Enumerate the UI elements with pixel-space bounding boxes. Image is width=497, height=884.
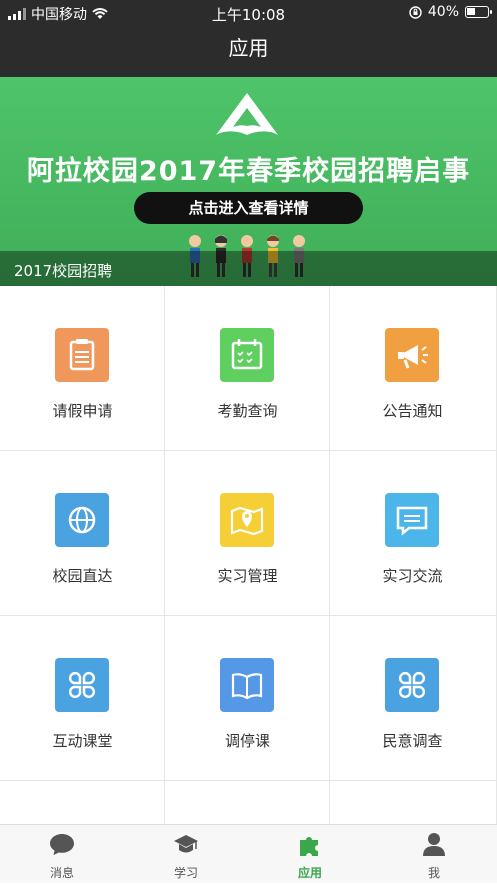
app-label: 民意调查: [382, 732, 443, 750]
app-public-survey[interactable]: 民意调查: [330, 616, 497, 781]
globe-icon: [55, 493, 109, 547]
app-interactive-class[interactable]: 互动课堂: [0, 616, 165, 781]
status-bar: 中国移动 上午10:08 40%: [0, 0, 497, 26]
app-label: 校园直达: [52, 567, 113, 585]
tab-label: 消息: [49, 866, 74, 880]
book-icon: [220, 658, 274, 712]
app-grid: 请假申请 考勤查询 公告通知 校园直达 实习管理 实习交流 互动课堂 调停课 民…: [0, 286, 497, 824]
banner-caption: 2017校园招聘: [14, 262, 113, 280]
app-label: 考勤查询: [217, 402, 278, 420]
app-label: 互动课堂: [52, 732, 113, 750]
alashu-logo-icon: [216, 93, 278, 135]
grid-empty-cell: [0, 781, 165, 824]
rotation-lock-icon: [409, 5, 422, 19]
status-right: 40%: [409, 4, 492, 20]
app-internship-management[interactable]: 实习管理: [165, 451, 330, 616]
app-campus-direct[interactable]: 校园直达: [0, 451, 165, 616]
app-label: 实习管理: [217, 567, 278, 585]
page-title: 应用: [228, 36, 269, 60]
tab-me[interactable]: 我: [372, 825, 497, 884]
app-leave-request[interactable]: 请假申请: [0, 286, 165, 451]
chat-bubble-icon: [50, 834, 74, 855]
battery-percent: 40%: [427, 4, 459, 20]
banner-title: 阿拉校园2017年春季校园招聘启事: [26, 156, 471, 187]
view-details-button[interactable]: 点击进入查看详情: [134, 192, 363, 224]
map-pin-icon: [220, 493, 274, 547]
megaphone-icon: [385, 328, 439, 382]
app-internship-exchange[interactable]: 实习交流: [330, 451, 497, 616]
app-label: 调停课: [224, 732, 270, 750]
app-label: 实习交流: [382, 567, 443, 585]
graduation-cap-icon: [174, 835, 198, 853]
tab-apps[interactable]: 应用: [248, 825, 372, 884]
person-icon: [423, 833, 445, 856]
tab-label: 应用: [297, 866, 322, 880]
app-label: 公告通知: [382, 402, 443, 420]
tab-bar: 消息 学习 应用 我: [0, 824, 497, 883]
app-attendance[interactable]: 考勤查询: [165, 286, 330, 451]
clover-icon: [55, 658, 109, 712]
battery-icon: [465, 6, 492, 18]
tab-messages[interactable]: 消息: [0, 825, 124, 884]
tab-study[interactable]: 学习: [124, 825, 248, 884]
tab-label: 学习: [173, 866, 198, 880]
clover-icon: [385, 658, 439, 712]
app-announcements[interactable]: 公告通知: [330, 286, 497, 451]
grid-empty-cell: [165, 781, 330, 824]
puzzle-icon: [300, 837, 318, 856]
top-bar: 中国移动 上午10:08 40% 应用: [0, 0, 497, 77]
clipboard-icon: [55, 328, 109, 382]
app-label: 请假申请: [52, 402, 113, 420]
recruitment-banner[interactable]: 阿拉校园2017年春季校园招聘启事 点击进入查看详情 2017校园招聘: [0, 77, 497, 286]
calendar-icon: [220, 328, 274, 382]
grid-empty-cell: [330, 781, 497, 824]
chat-icon: [385, 493, 439, 547]
battery-fill: [467, 8, 475, 15]
tab-label: 我: [427, 866, 440, 880]
app-class-adjustment[interactable]: 调停课: [165, 616, 330, 781]
